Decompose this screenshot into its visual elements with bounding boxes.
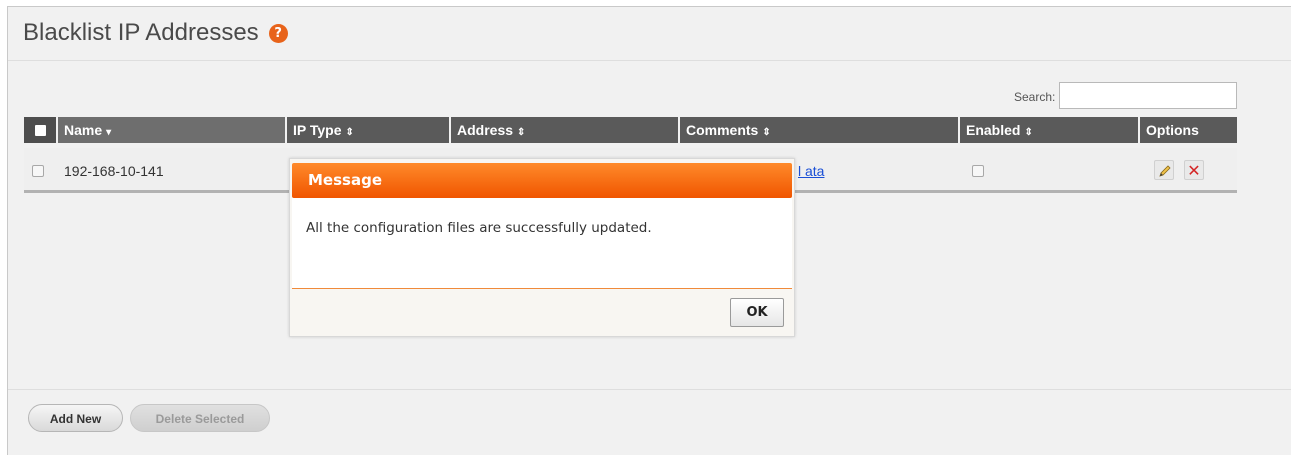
column-header-options-label: Options bbox=[1146, 122, 1199, 138]
row-enabled-checkbox[interactable] bbox=[972, 165, 984, 177]
select-all-checkbox[interactable] bbox=[24, 117, 58, 143]
dialog-title[interactable]: Message bbox=[292, 163, 792, 198]
row-name: 192-168-10-141 bbox=[64, 163, 164, 179]
pencil-icon[interactable] bbox=[1154, 160, 1174, 180]
row-select-checkbox[interactable] bbox=[32, 165, 44, 177]
search-input[interactable] bbox=[1059, 82, 1237, 109]
row-comments-link[interactable]: l ata bbox=[798, 163, 824, 179]
column-header-address[interactable]: Address ⇕ bbox=[451, 117, 680, 143]
column-header-enabled[interactable]: Enabled ⇕ bbox=[960, 117, 1140, 143]
column-header-comments-label: Comments bbox=[686, 122, 759, 138]
table-header: Name ▾ IP Type ⇕ Address ⇕ Comments ⇕ Enable… bbox=[24, 117, 1237, 143]
dialog-divider bbox=[292, 288, 792, 289]
sort-icon: ⇕ bbox=[345, 127, 354, 138]
close-icon[interactable]: ✕ bbox=[1184, 160, 1204, 180]
sort-icon: ⇕ bbox=[762, 127, 771, 138]
column-header-comments[interactable]: Comments ⇕ bbox=[680, 117, 960, 143]
column-header-options: Options bbox=[1140, 117, 1237, 143]
column-header-enabled-label: Enabled bbox=[966, 122, 1021, 138]
select-all-checkbox-box[interactable] bbox=[34, 124, 46, 136]
column-header-name-label: Name bbox=[64, 122, 103, 138]
column-header-ip-type[interactable]: IP Type ⇕ bbox=[287, 117, 451, 143]
sort-icon: ⇕ bbox=[517, 127, 526, 138]
ok-button[interactable]: OK bbox=[730, 298, 784, 327]
dialog-body: All the configuration files are successf… bbox=[292, 198, 792, 288]
column-header-address-label: Address bbox=[457, 122, 514, 138]
search-label: Search: bbox=[1014, 90, 1056, 104]
add-new-button[interactable]: Add New bbox=[28, 404, 123, 432]
dialog-message: All the configuration files are successf… bbox=[306, 220, 652, 236]
column-header-name[interactable]: Name ▾ bbox=[58, 117, 287, 143]
column-header-ip-type-label: IP Type bbox=[293, 122, 342, 138]
sort-desc-icon: ▾ bbox=[106, 127, 112, 138]
page-title-wrap: Blacklist IP Addresses ? bbox=[23, 19, 288, 47]
sort-icon: ⇕ bbox=[1024, 127, 1033, 138]
footer-divider bbox=[8, 389, 1291, 390]
message-dialog: Message All the configuration files are … bbox=[289, 158, 795, 337]
help-icon[interactable]: ? bbox=[268, 23, 288, 43]
delete-selected-button[interactable]: Delete Selected bbox=[130, 404, 270, 432]
pencil-icon-graphic bbox=[1159, 165, 1171, 177]
title-divider bbox=[8, 60, 1291, 61]
page-title: Blacklist IP Addresses bbox=[23, 19, 259, 46]
